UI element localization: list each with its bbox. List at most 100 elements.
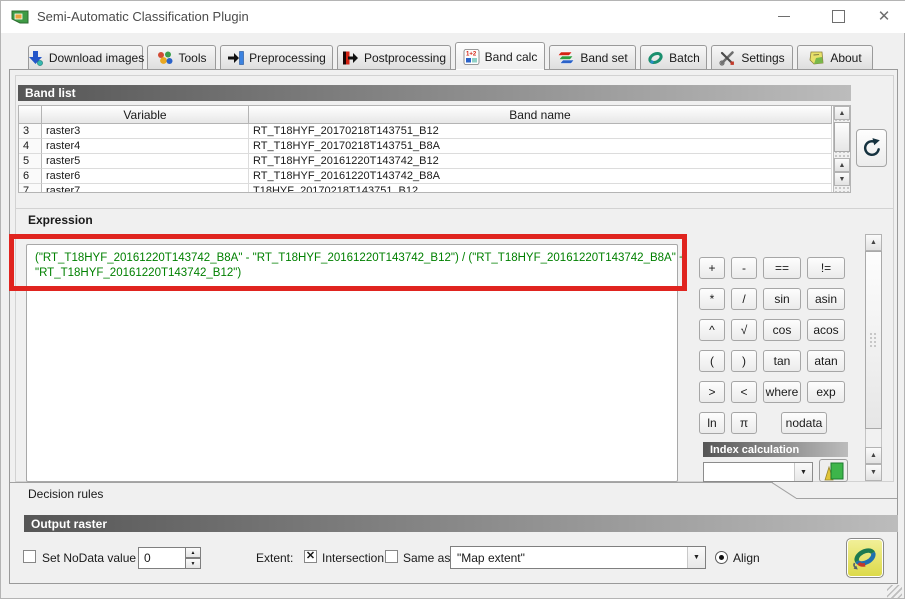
arrow-up-icon: ▲ — [839, 162, 846, 169]
band-name-cell[interactable]: RT_T18HYF_20170218T143751_B8A — [249, 139, 832, 154]
variable-cell[interactable]: raster4 — [42, 139, 249, 154]
variable-cell[interactable]: raster5 — [42, 154, 249, 169]
band-set-icon — [557, 50, 575, 66]
same-as-checkbox[interactable] — [385, 550, 398, 563]
tab-label: Band set — [580, 51, 627, 65]
refresh-band-list-button[interactable] — [856, 129, 887, 167]
set-nodata-checkbox[interactable] — [23, 550, 36, 563]
band-list-table[interactable]: Variable Band name 3 raster3 RT_T18HYF_2… — [18, 105, 851, 193]
same-as-label: Same as — [403, 551, 450, 565]
bottom-tab-base-line — [796, 498, 897, 499]
calc-greater-button[interactable]: > — [699, 381, 725, 403]
batch-icon — [647, 50, 664, 66]
tab-about[interactable]: About — [797, 45, 873, 69]
calc-sin-button[interactable]: sin — [763, 288, 801, 310]
calc-where-button[interactable]: where — [763, 381, 801, 403]
maximize-button[interactable] — [821, 1, 855, 31]
table-row[interactable]: 5 raster5 RT_T18HYF_20161220T143742_B12 — [19, 154, 850, 169]
calc-ln-button[interactable]: ln — [699, 412, 725, 434]
calc-asin-button[interactable]: asin — [807, 288, 845, 310]
scroll-up-button[interactable]: ▲ — [834, 106, 850, 120]
band-name-cell[interactable]: RT_T18HYF_20170218T143751_B12 — [249, 124, 832, 139]
close-button[interactable]: ✕ — [867, 1, 901, 31]
calc-plus-button[interactable]: + — [699, 257, 725, 279]
calculator-panel: + - == != * / sin asin ^ √ cos acos ( ) … — [699, 257, 847, 434]
calc-acos-button[interactable]: acos — [807, 319, 845, 341]
band-list-header: Band list — [18, 85, 851, 101]
calc-exp-button[interactable]: exp — [807, 381, 845, 403]
close-icon: ✕ — [878, 7, 891, 25]
row-number: 6 — [19, 169, 42, 184]
tab-postprocessing[interactable]: Postprocessing — [337, 45, 451, 69]
chevron-down-icon: ▼ — [687, 547, 705, 568]
calc-tan-button[interactable]: tan — [763, 350, 801, 372]
calc-sqrt-button[interactable]: √ — [731, 319, 757, 341]
scroll-down-button[interactable]: ▼ — [834, 172, 850, 186]
variable-column-header[interactable]: Variable — [42, 106, 249, 124]
pane-scroll-up-button[interactable]: ▲ — [865, 234, 882, 251]
calc-minus-button[interactable]: - — [731, 257, 757, 279]
band-name-cell[interactable]: RT_T18HYF_20161220T143742_B12 — [249, 154, 832, 169]
index-calculation-combo[interactable]: ▼ — [703, 462, 813, 482]
section-divider — [16, 208, 893, 209]
calc-cos-button[interactable]: cos — [763, 319, 801, 341]
calc-multiply-button[interactable]: * — [699, 288, 725, 310]
minimize-button[interactable] — [767, 1, 801, 31]
pane-scroll-down-button[interactable]: ▼ — [865, 464, 882, 481]
extent-label: Extent: — [256, 551, 293, 565]
row-number: 7 — [19, 184, 42, 193]
calc-less-button[interactable]: < — [731, 381, 757, 403]
tab-download-images[interactable]: Download images — [28, 45, 143, 69]
table-row[interactable]: 3 raster3 RT_T18HYF_20170218T143751_B12 — [19, 124, 850, 139]
band-name-column-header[interactable]: Band name — [249, 106, 832, 124]
scrollbar-thumb[interactable] — [834, 122, 850, 152]
align-radio[interactable] — [715, 551, 728, 564]
tab-label: Preprocessing — [249, 51, 326, 65]
band-name-cell[interactable]: RT_T18HYF_20161220T143742_B8A — [249, 169, 832, 184]
band-name-cell[interactable]: T18HYF_20170218T143751_B12 — [249, 184, 832, 193]
calc-nodata-button[interactable]: nodata — [781, 412, 827, 434]
maximize-icon — [832, 10, 845, 23]
index-calculation-header: Index calculation — [703, 442, 848, 457]
table-row[interactable]: 4 raster4 RT_T18HYF_20170218T143751_B8A — [19, 139, 850, 154]
band-table-scrollbar[interactable]: ▲ ▲ ▼ — [833, 106, 850, 192]
table-row[interactable]: 7 raster7 T18HYF_20170218T143751_B12 — [19, 184, 850, 193]
extent-combo[interactable]: "Map extent" ▼ — [450, 546, 706, 569]
tab-band-set[interactable]: Band set — [549, 45, 636, 69]
expression-input[interactable]: ("RT_T18HYF_20161220T143742_B8A" - "RT_T… — [26, 244, 678, 482]
table-row[interactable]: 6 raster6 RT_T18HYF_20161220T143742_B8A — [19, 169, 850, 184]
calc-power-button[interactable]: ^ — [699, 319, 725, 341]
variable-cell[interactable]: raster3 — [42, 124, 249, 139]
tab-batch[interactable]: Batch — [640, 45, 707, 69]
pane-scrollbar-thumb[interactable] — [865, 251, 882, 429]
run-band-calc-button[interactable] — [846, 538, 884, 578]
index-apply-button[interactable] — [819, 459, 848, 482]
expression-line: ("RT_T18HYF_20161220T143742_B8A" - "RT_T… — [35, 251, 669, 266]
tab-preprocessing[interactable]: Preprocessing — [220, 45, 333, 69]
band-list-header-label: Band list — [25, 86, 76, 100]
tab-band-calc[interactable]: 1+2 Band calc — [455, 42, 545, 70]
resize-grip[interactable] — [887, 585, 902, 598]
calc-equals-button[interactable]: == — [763, 257, 801, 279]
scp-dialog: { "window": { "title": "Semi-Automatic C… — [0, 0, 905, 599]
calc-divide-button[interactable]: / — [731, 288, 757, 310]
calc-pi-button[interactable]: π — [731, 412, 757, 434]
band-calc-run-icon — [851, 544, 879, 572]
arrow-up-icon: ▲ — [870, 239, 877, 246]
scroll-up-button-2[interactable]: ▲ — [834, 158, 850, 172]
pane-scroll-up-button-2[interactable]: ▲ — [865, 447, 882, 464]
nodata-value-input[interactable]: 0 — [138, 547, 185, 569]
intersection-checkbox[interactable]: ✕ — [304, 550, 317, 563]
spin-up-button[interactable]: ▲ — [185, 547, 201, 558]
spin-down-button[interactable]: ▼ — [185, 558, 201, 569]
calc-notequals-button[interactable]: != — [807, 257, 845, 279]
window-title: Semi-Automatic Classification Plugin — [37, 9, 249, 24]
variable-cell[interactable]: raster7 — [42, 184, 249, 193]
calc-atan-button[interactable]: atan — [807, 350, 845, 372]
tab-tools[interactable]: Tools — [147, 45, 216, 69]
tab-settings[interactable]: Settings — [711, 45, 793, 69]
variable-cell[interactable]: raster6 — [42, 169, 249, 184]
calc-open-paren-button[interactable]: ( — [699, 350, 725, 372]
calc-close-paren-button[interactable]: ) — [731, 350, 757, 372]
tab-decision-rules[interactable]: Decision rules — [28, 487, 103, 501]
